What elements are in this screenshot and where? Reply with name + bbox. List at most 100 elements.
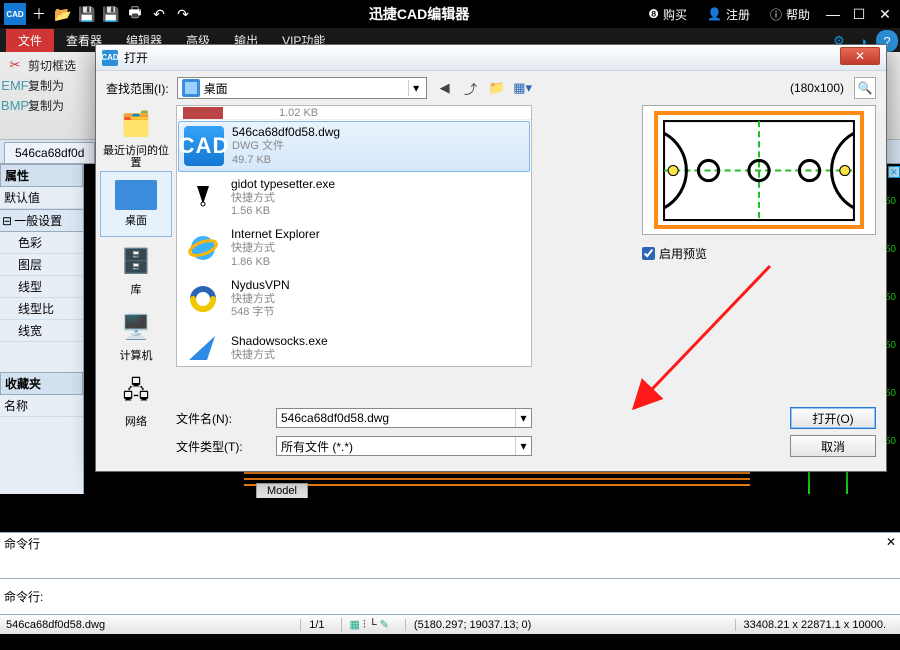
desktop-place-icon — [115, 180, 157, 210]
open-icon[interactable]: 📂 — [52, 3, 74, 25]
prop-ltscale[interactable]: 线型比 — [0, 298, 83, 320]
help-button[interactable]: ⓘ帮助 — [762, 3, 818, 25]
tab-file[interactable]: 文件 — [6, 29, 54, 52]
minimize-button[interactable]: — — [822, 3, 844, 25]
prop-lineweight[interactable]: 线宽 — [0, 320, 83, 342]
status-coords: (5180.297; 19037.13; 0) — [405, 619, 539, 631]
open-button[interactable]: 打开(O) — [790, 407, 876, 429]
status-page: 1/1 — [300, 619, 332, 631]
file-item-nydus[interactable]: NydusVPN 快捷方式 548 字节 — [177, 274, 531, 325]
filetype-combo[interactable]: 所有文件 (*.*) ▾ — [276, 436, 532, 456]
tool2-icon[interactable]: ⫶ — [363, 619, 366, 631]
dialog-bottom: 文件名(N): 546ca68df0d58.dwg ▾ 打开(O) 文件类型(T… — [176, 407, 876, 463]
status-extent: 33408.21 x 22871.1 x 10000. — [735, 619, 895, 631]
file-item-shadowsocks[interactable]: Shadowsocks.exe 快捷方式 — [177, 324, 531, 367]
buy-button[interactable]: ❽购买 — [640, 3, 695, 25]
status-bar: 546ca68df0d58.dwg 1/1 ▦ ⫶ └ ✎ (5180.297;… — [0, 615, 900, 635]
look-in-combo[interactable]: 桌面 ▾ — [177, 77, 427, 99]
filetype-chevron-icon[interactable]: ▾ — [515, 437, 531, 455]
cmd-close-icon[interactable]: ✕ — [886, 535, 896, 549]
redo-icon[interactable]: ↷ — [172, 3, 194, 25]
maximize-button[interactable]: ☐ — [848, 3, 870, 25]
cmd-history-label: 命令行 — [4, 535, 40, 552]
saveas-icon[interactable]: 💾 — [100, 3, 122, 25]
file-item-cropped[interactable]: 1.02 KB — [177, 106, 531, 120]
dialog-close-button[interactable]: ✕ — [840, 47, 880, 65]
file-item-dwg[interactable]: CAD 546ca68df0d58.dwg DWG 文件 49.7 KB — [178, 121, 530, 172]
quick-access-toolbar: CAD ＋ 📂 💾 💾 🖶 ↶ ↷ — [0, 3, 198, 25]
pen-file-icon — [183, 178, 223, 218]
properties-panel: 属性 默认值 ⊟一般设置 色彩 图层 线型 线型比 线宽 收藏夹 名称 — [0, 164, 84, 494]
filename-value: 546ca68df0d58.dwg — [281, 411, 389, 425]
newfolder-icon[interactable]: 📁 — [487, 78, 507, 98]
open-dialog: CAD 打开 ✕ 查找范围(I): 桌面 ▾ ◀ ⤴ 📁 ▦▾ (180x100… — [95, 44, 887, 472]
cmd-prompt-label: 命令行: — [4, 588, 43, 605]
prop-linetype[interactable]: 线型 — [0, 276, 83, 298]
back-icon[interactable]: ◀ — [435, 78, 455, 98]
ribbon-clip-frame[interactable]: ✂剪切框选 — [6, 56, 76, 74]
prop-color[interactable]: 色彩 — [0, 232, 83, 254]
command-input-row: 命令行: — [0, 579, 900, 615]
filename-chevron-icon[interactable]: ▾ — [515, 409, 531, 427]
preview-dim-label: (180x100) — [790, 81, 844, 95]
info-icon: ⓘ — [770, 6, 782, 23]
cancel-button[interactable]: 取消 — [790, 435, 876, 457]
prop-layer[interactable]: 图层 — [0, 254, 83, 276]
file-list[interactable]: 1.02 KB CAD 546ca68df0d58.dwg DWG 文件 49.… — [176, 105, 532, 367]
magnify-button[interactable]: 🔍 — [854, 77, 876, 99]
desktop-icon — [182, 79, 200, 97]
print-icon[interactable]: 🖶 — [124, 3, 146, 25]
title-bar: CAD ＋ 📂 💾 💾 🖶 ↶ ↷ 迅捷CAD编辑器 ❽购买 👤注册 ⓘ帮助 —… — [0, 0, 900, 28]
place-desktop[interactable]: 桌面 — [100, 171, 172, 237]
enable-preview-checkbox[interactable]: 启用预览 — [642, 245, 876, 262]
collapse-icon: ⊟ — [2, 214, 12, 228]
network-icon: 🖧 — [116, 375, 156, 411]
filename-combo[interactable]: 546ca68df0d58.dwg ▾ — [276, 408, 532, 428]
place-recent[interactable]: 🗂️ 最近访问的位置 — [100, 105, 172, 171]
tool1-icon[interactable]: ▦ — [350, 619, 360, 631]
place-computer[interactable]: 🖥️ 计算机 — [100, 303, 172, 369]
tool4-icon[interactable]: ✎ — [380, 619, 389, 631]
recent-icon: 🗂️ — [116, 107, 156, 143]
undo-icon[interactable]: ↶ — [148, 3, 170, 25]
dialog-titlebar[interactable]: CAD 打开 ✕ — [96, 45, 886, 71]
app-icon[interactable]: CAD — [4, 3, 26, 25]
preview-box — [642, 105, 876, 235]
ribbon-copy-as-1[interactable]: EMF复制为 — [6, 76, 76, 94]
favorites-header: 收藏夹 — [0, 372, 83, 395]
command-history: 命令行 ✕ — [0, 533, 900, 579]
file-item-gidot[interactable]: gidot typesetter.exe 快捷方式 1.56 KB — [177, 173, 531, 224]
dialog-title: 打开 — [124, 49, 148, 66]
props-general-group[interactable]: ⊟一般设置 — [0, 209, 83, 232]
status-filename: 546ca68df0d58.dwg — [6, 619, 105, 631]
register-button[interactable]: 👤注册 — [699, 3, 758, 25]
filename-label: 文件名(N): — [176, 410, 266, 427]
file-item-ie[interactable]: Internet Explorer 快捷方式 1.86 KB — [177, 223, 531, 274]
save-icon[interactable]: 💾 — [76, 3, 98, 25]
places-bar: 🗂️ 最近访问的位置 桌面 🗄️ 库 🖥️ 计算机 🖧 网络 — [100, 105, 172, 463]
preview-drawing — [654, 111, 864, 229]
place-network[interactable]: 🖧 网络 — [100, 369, 172, 435]
new-icon[interactable]: ＋ — [28, 3, 50, 25]
props-default-header: 默认值 — [0, 187, 83, 209]
coin-icon: ❽ — [648, 7, 659, 21]
ribbon-copy-as-2[interactable]: BMP复制为 — [6, 96, 76, 114]
model-tab[interactable]: Model — [256, 483, 308, 498]
viewmode-icon[interactable]: ▦▾ — [513, 78, 533, 98]
dialog-top-row: 查找范围(I): 桌面 ▾ ◀ ⤴ 📁 ▦▾ (180x100) 🔍 — [96, 71, 886, 105]
emf-icon: EMF — [6, 76, 24, 94]
footer-bar — [0, 634, 900, 650]
filetype-value: 所有文件 (*.*) — [281, 438, 353, 455]
name-column-header: 名称 — [0, 395, 83, 417]
document-tab[interactable]: 546ca68df0d — [4, 142, 95, 163]
tool3-icon[interactable]: └ — [369, 619, 377, 631]
nydus-icon — [183, 279, 223, 319]
place-libraries[interactable]: 🗄️ 库 — [100, 237, 172, 303]
close-app-button[interactable]: ✕ — [874, 3, 896, 25]
chevron-down-icon[interactable]: ▾ — [408, 80, 424, 96]
ie-icon — [183, 228, 223, 268]
dialog-app-icon: CAD — [102, 50, 118, 66]
enable-preview-input[interactable] — [642, 247, 655, 260]
scissors-icon: ✂ — [6, 56, 24, 74]
up-icon[interactable]: ⤴ — [461, 78, 481, 98]
